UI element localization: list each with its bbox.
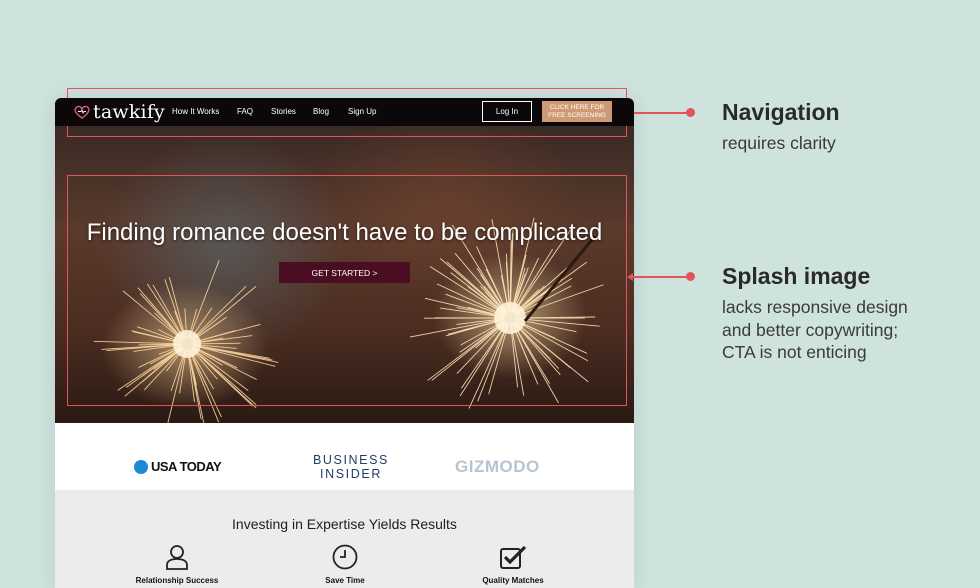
login-button[interactable]: Log In	[482, 101, 532, 122]
navigation-callout-line	[632, 112, 690, 114]
splash-callout-line	[632, 276, 690, 278]
feature-relationship-success: Relationship Success	[117, 544, 237, 585]
nav-link-blog[interactable]: Blog	[313, 107, 329, 116]
clock-icon	[332, 544, 358, 570]
usa-today-text: USA TODAY	[151, 459, 222, 474]
feature-label: Quality Matches	[482, 576, 544, 585]
gizmodo-logo: GIZMODO	[455, 457, 540, 476]
screening-line-2: FREE SCREENING	[548, 111, 606, 119]
usa-today-dot-icon	[134, 459, 148, 474]
feature-label: Save Time	[325, 576, 365, 585]
site-logo[interactable]: tawkify	[74, 100, 165, 124]
screening-line-1: CLICK HERE FOR	[549, 103, 605, 111]
splash-highlight-box	[67, 175, 627, 406]
nav-link-how-it-works[interactable]: How It Works	[172, 107, 219, 116]
nav-link-faq[interactable]: FAQ	[237, 107, 253, 116]
nav-link-stories[interactable]: Stories	[271, 107, 296, 116]
results-title: Investing in Expertise Yields Results	[232, 516, 457, 532]
free-screening-button[interactable]: CLICK HERE FOR FREE SCREENING	[542, 101, 612, 122]
feature-save-time: Save Time	[285, 544, 405, 585]
person-icon	[166, 545, 188, 570]
site-navbar: tawkify How It Works FAQ Stories Blog Si…	[55, 98, 634, 126]
navigation-note-title: Navigation	[722, 99, 840, 125]
splash-callout-dot	[686, 272, 695, 281]
results-section: Investing in Expertise Yields Results Re…	[55, 490, 634, 588]
splash-note-body: lacks responsive design and better copyw…	[722, 297, 908, 362]
press-logos-strip: USA TODAY BUSINESS INSIDER GIZMODO	[55, 423, 634, 490]
business-insider-line-2: INSIDER	[320, 467, 382, 481]
feature-label: Relationship Success	[135, 576, 219, 585]
business-insider-line-1: BUSINESS	[312, 453, 389, 467]
logo-text: tawkify	[93, 101, 165, 123]
splash-note-title: Splash image	[722, 263, 871, 289]
navigation-callout-dot	[686, 108, 695, 117]
heart-logo-icon	[74, 105, 90, 119]
nav-link-sign-up[interactable]: Sign Up	[348, 107, 376, 116]
checkbox-icon	[500, 545, 527, 569]
navigation-note-body: requires clarity	[722, 133, 836, 153]
feature-quality-matches: Quality Matches	[453, 544, 573, 585]
usa-today-logo: USA TODAY	[134, 459, 222, 474]
business-insider-logo: BUSINESS INSIDER	[291, 453, 411, 481]
